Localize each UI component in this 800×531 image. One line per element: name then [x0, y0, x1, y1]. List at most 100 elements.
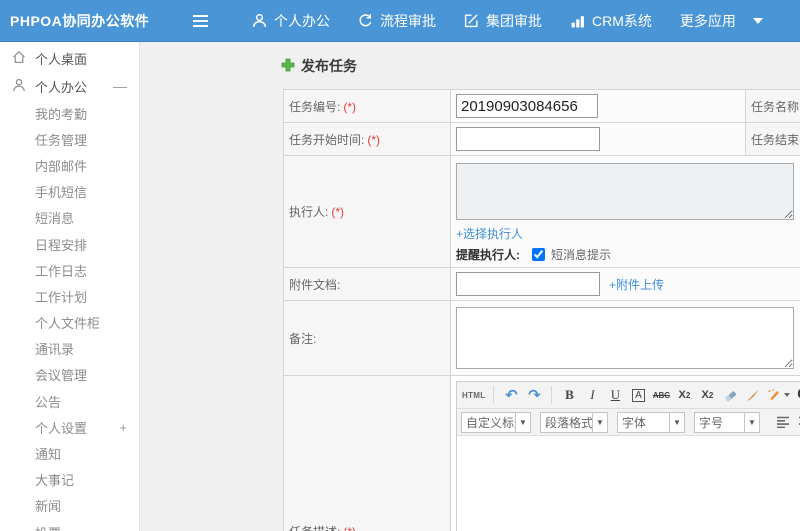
font-family-select[interactable]: 字体 ▼: [617, 411, 685, 433]
align-left-button[interactable]: [773, 412, 793, 432]
nav-workflow-approval[interactable]: 流程审批: [344, 0, 450, 42]
end-time-label-cell: 任务结束时间:(*): [745, 122, 800, 156]
redo-button[interactable]: ↷: [524, 385, 544, 405]
sidebar-item-meeting-management[interactable]: 会议管理: [0, 362, 139, 388]
format-brush-button[interactable]: [743, 385, 763, 405]
align-center-button[interactable]: [795, 412, 800, 432]
sms-remind-label: 短消息提示: [551, 248, 612, 262]
caret-down-icon: [784, 393, 791, 397]
subscript-button[interactable]: X2: [697, 385, 717, 405]
blockquote-button[interactable]: 66: [794, 385, 800, 405]
sidebar-item-notice[interactable]: 通知: [0, 440, 139, 466]
undo-button[interactable]: ↶: [501, 385, 521, 405]
sidebar-item-task-management[interactable]: 任务管理: [0, 126, 139, 152]
home-icon: [12, 50, 26, 67]
source-code-button[interactable]: HTML: [461, 385, 486, 405]
nav-crm-system[interactable]: CRM系统: [556, 0, 666, 42]
sms-remind-checkbox[interactable]: [532, 248, 545, 261]
sidebar-item-personal-office[interactable]: 个人办公 —: [0, 72, 139, 100]
field-label: 执行人:: [289, 205, 329, 219]
font-size-select[interactable]: 字号 ▼: [694, 411, 760, 433]
field-label: 任务开始时间:: [289, 132, 365, 147]
paragraph-format-select[interactable]: 段落格式 ▼: [540, 411, 608, 433]
top-bar: PHPOA协同办公软件 个人办公 流程审批 集团审批 CRM系统 更多应用: [0, 0, 800, 42]
table-row: 任务编号:(*) 任务名称:(*): [283, 89, 800, 123]
flow-icon: [358, 13, 373, 28]
sidebar-item-vote[interactable]: 投票: [0, 519, 139, 531]
sidebar-item-label: 任务管理: [35, 132, 88, 148]
nav-group-approval[interactable]: 集团审批: [450, 0, 556, 42]
sidebar-item-news[interactable]: 新闻: [0, 493, 139, 519]
sidebar-item-my-attendance[interactable]: 我的考勤: [0, 100, 139, 126]
top-nav: 个人办公 流程审批 集团审批 CRM系统 更多应用: [238, 0, 777, 42]
sidebar-item-announcement[interactable]: 公告: [0, 388, 139, 414]
editor-toolbar-top: HTML ↶ ↷ B I U A ABC X2 X2: [457, 382, 800, 409]
highlight-pen-button[interactable]: [766, 385, 791, 405]
caret-down-icon: ▼: [592, 412, 607, 432]
editor-content-area[interactable]: [457, 436, 800, 531]
sidebar-item-address-book[interactable]: 通讯录: [0, 336, 139, 362]
sidebar-item-label: 公告: [35, 394, 62, 410]
underline-button[interactable]: U: [605, 385, 625, 405]
choose-executor-link[interactable]: +选择执行人: [456, 227, 523, 241]
required-mark: (*): [343, 99, 357, 114]
sidebar-item-short-message[interactable]: 短消息: [0, 205, 139, 231]
hamburger-menu-icon[interactable]: [190, 11, 210, 31]
remind-executor-label: 提醒执行人:: [456, 248, 520, 262]
nav-label: 个人办公: [274, 12, 330, 29]
nav-label: 流程审批: [380, 12, 436, 29]
bold-button[interactable]: B: [559, 385, 579, 405]
remark-textarea[interactable]: [456, 307, 794, 369]
field-label: 备注:: [289, 331, 317, 346]
field-label: 任务名称:: [751, 99, 800, 114]
sidebar: 个人桌面 个人办公 — 我的考勤 任务管理 内部邮件 手机短信 短消息 日程安排…: [0, 42, 140, 531]
nav-personal-office[interactable]: 个人办公: [238, 0, 344, 42]
nav-label: 更多应用: [679, 12, 736, 29]
page-title-text: 发布任务: [301, 58, 357, 74]
nav-more-apps[interactable]: 更多应用: [666, 0, 777, 42]
attachment-upload-link[interactable]: +附件上传: [609, 276, 664, 293]
eraser-button[interactable]: [720, 385, 740, 405]
sidebar-item-personal-desktop[interactable]: 个人桌面: [0, 44, 139, 72]
sidebar-item-internal-mail[interactable]: 内部邮件: [0, 152, 139, 178]
description-label-cell: 任务描述:(*): [283, 375, 451, 531]
sidebar-item-mobile-sms[interactable]: 手机短信: [0, 179, 139, 205]
custom-heading-select[interactable]: 自定义标题▼: [461, 411, 531, 433]
nav-label: CRM系统: [592, 12, 652, 29]
sidebar-item-personal-files[interactable]: 个人文件柜: [0, 310, 139, 336]
italic-button[interactable]: I: [582, 385, 602, 405]
executor-textarea[interactable]: [456, 163, 794, 220]
table-row: 附件文档: +附件上传: [283, 267, 800, 301]
sidebar-item-label: 手机短信: [35, 185, 88, 201]
table-row: 任务开始时间:(*) 任务结束时间:(*): [283, 122, 800, 156]
sidebar-item-label: 投票: [35, 523, 61, 531]
superscript-button[interactable]: X2: [674, 385, 694, 405]
caret-down-icon: ▼: [515, 412, 530, 432]
collapse-icon[interactable]: —: [113, 78, 127, 94]
attachment-input[interactable]: [456, 272, 600, 296]
app-brand: PHPOA协同办公软件: [10, 12, 150, 29]
field-label: 任务编号:: [289, 99, 341, 114]
caret-down-icon: [752, 17, 763, 24]
font-style-button[interactable]: A: [628, 385, 648, 405]
required-mark: (*): [343, 525, 356, 531]
sidebar-item-label: 个人文件柜: [35, 316, 101, 332]
table-row: 任务描述:(*) HTML ↶ ↷ B I U A ABC: [283, 375, 800, 531]
sidebar-item-events[interactable]: 大事记: [0, 467, 139, 493]
start-time-input[interactable]: [456, 127, 600, 151]
sidebar-item-label: 我的考勤: [35, 106, 88, 122]
sidebar-item-work-log[interactable]: 工作日志: [0, 257, 139, 283]
field-label: 附件文档:: [289, 277, 341, 292]
start-time-label-cell: 任务开始时间: (*): [283, 122, 451, 156]
user-icon: [252, 13, 267, 28]
sidebar-item-label: 通讯录: [35, 342, 75, 358]
required-mark: (*): [331, 205, 345, 219]
strikethrough-button[interactable]: ABC: [651, 385, 671, 405]
task-no-input[interactable]: [456, 94, 598, 118]
sidebar-item-work-plan[interactable]: 工作计划: [0, 283, 139, 309]
sidebar-item-schedule[interactable]: 日程安排: [0, 231, 139, 257]
page-title: 发布任务: [281, 56, 800, 76]
sidebar-item-label: 工作日志: [35, 263, 88, 279]
expand-icon[interactable]: +: [119, 420, 127, 435]
sidebar-item-personal-settings[interactable]: 个人设置 +: [0, 414, 139, 440]
